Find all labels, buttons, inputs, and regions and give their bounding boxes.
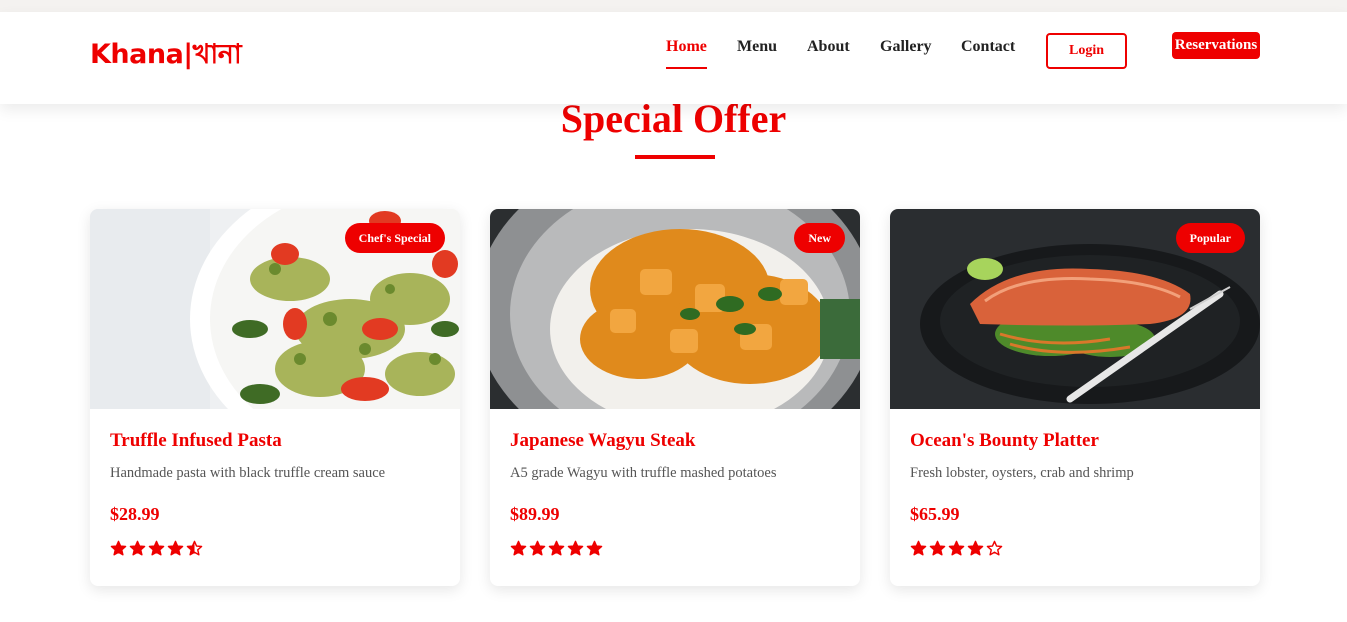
dish-image-wagyu: New (490, 209, 860, 409)
badge-new: New (794, 223, 845, 253)
dish-name: Japanese Wagyu Steak (510, 430, 696, 451)
nav-link-gallery[interactable]: Gallery (880, 38, 932, 56)
nav-link-home[interactable]: Home (666, 38, 707, 69)
star-full-icon (129, 540, 146, 556)
star-empty-icon (986, 540, 1003, 556)
star-full-icon (548, 540, 565, 556)
dish-price: $65.99 (910, 504, 960, 524)
offer-card[interactable]: New Japanese Wagyu Steak A5 grade Wagyu … (490, 209, 860, 586)
dish-name: Ocean's Bounty Platter (910, 430, 1099, 451)
star-rating (110, 540, 440, 557)
dish-description: A5 grade Wagyu with truffle mashed potat… (510, 465, 777, 481)
badge-popular: Popular (1175, 223, 1245, 253)
star-full-icon (167, 540, 184, 556)
dish-image-pasta: Chef's Special (90, 209, 460, 409)
nav-link-contact[interactable]: Contact (961, 38, 1015, 56)
star-full-icon (929, 540, 946, 556)
nav-links: Home Menu About Gallery Contact (0, 38, 1347, 78)
dish-description: Handmade pasta with black truffle cream … (110, 465, 386, 481)
star-full-icon (967, 540, 984, 556)
star-full-icon (110, 540, 127, 556)
login-button[interactable]: Login (1046, 33, 1127, 69)
nav-link-menu[interactable]: Menu (737, 38, 777, 56)
star-full-icon (148, 540, 165, 556)
star-full-icon (567, 540, 584, 556)
nav-link-about[interactable]: About (807, 38, 850, 56)
navbar: Khana|খানা Home Menu About Gallery Conta… (0, 12, 1347, 104)
dish-price: $28.99 (110, 504, 160, 524)
star-full-icon (948, 540, 965, 556)
star-full-icon (910, 540, 927, 556)
dish-name: Truffle Infused Pasta (110, 430, 282, 451)
star-full-icon (529, 540, 546, 556)
star-rating (910, 540, 1240, 557)
badge-chefs-special: Chef's Special (344, 223, 445, 253)
dish-price: $89.99 (510, 504, 560, 524)
star-full-icon (586, 540, 603, 556)
dish-image-platter: Popular (890, 209, 1260, 409)
star-rating (510, 540, 840, 557)
star-half-icon (186, 540, 203, 556)
star-full-icon (510, 540, 527, 556)
offer-card[interactable]: Popular Ocean's Bounty Platter Fresh lob… (890, 209, 1260, 586)
dish-description: Fresh lobster, oysters, crab and shrimp (910, 465, 1134, 481)
title-underline (635, 155, 715, 159)
top-strip (0, 0, 1347, 12)
offer-card[interactable]: Chef's Special Truffle Infused Pasta Han… (90, 209, 460, 586)
reservations-button[interactable]: Reservations (1172, 32, 1260, 59)
